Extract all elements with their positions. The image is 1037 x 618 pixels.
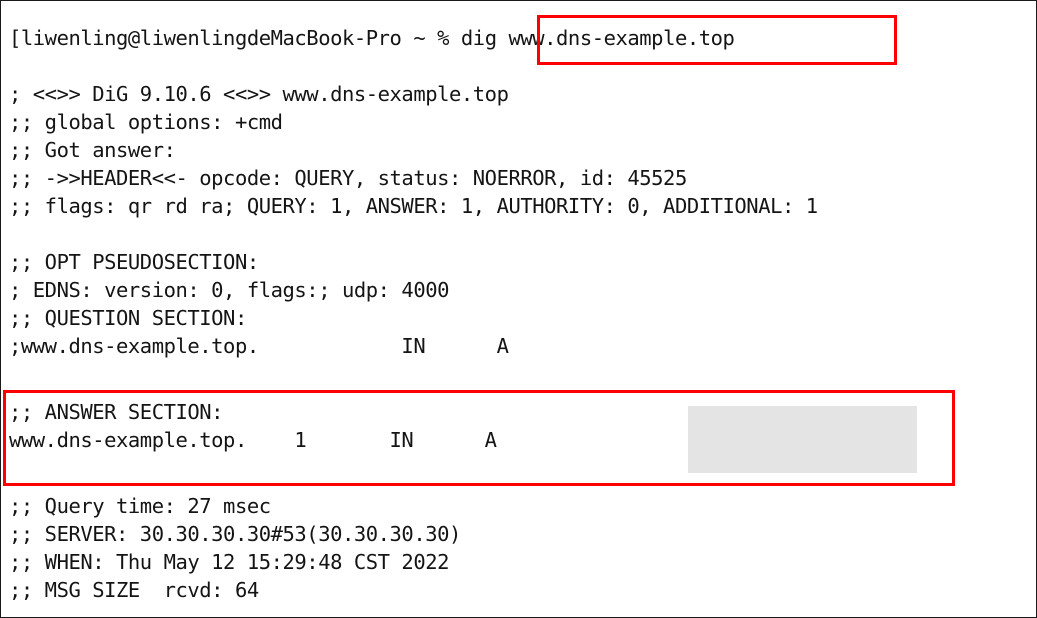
output-line-answer-record: www.dns-example.top. 1 IN A — [9, 428, 497, 452]
output-line-got-answer: ;; Got answer: — [9, 138, 176, 162]
output-line-dig-version: ; <<>> DiG 9.10.6 <<>> www.dns-example.t… — [9, 82, 509, 106]
output-line-answer-header: ;; ANSWER SECTION: — [9, 400, 224, 424]
prompt-line: [liwenling@liwenlingdeMacBook-Pro ~ % di… — [9, 26, 735, 50]
output-line-question-record: ;www.dns-example.top. IN A — [9, 334, 509, 358]
output-line-flags: ;; flags: qr rd ra; QUERY: 1, ANSWER: 1,… — [9, 194, 818, 218]
output-line-opt-pseudosection: ;; OPT PSEUDOSECTION: — [9, 250, 259, 274]
output-line-server: ;; SERVER: 30.30.30.30#53(30.30.30.30) — [9, 522, 461, 546]
terminal-output[interactable]: [liwenling@liwenlingdeMacBook-Pro ~ % di… — [1, 1, 1036, 617]
typed-command[interactable]: dig www.dns-example.top — [461, 26, 735, 50]
output-line-when: ;; WHEN: Thu May 12 15:29:48 CST 2022 — [9, 550, 450, 574]
output-line-edns: ; EDNS: version: 0, flags:; udp: 4000 — [9, 278, 450, 302]
output-line-blank-2 — [9, 363, 21, 385]
output-line-global-options: ;; global options: +cmd — [9, 110, 283, 134]
output-line-msg-size: ;; MSG SIZE rcvd: 64 — [9, 578, 259, 602]
output-line-blank-3 — [9, 457, 21, 479]
terminal-window: [liwenling@liwenlingdeMacBook-Pro ~ % di… — [0, 0, 1037, 618]
output-line-query-time: ;; Query time: 27 msec — [9, 494, 271, 518]
shell-prompt: [liwenling@liwenlingdeMacBook-Pro ~ % — [9, 26, 461, 50]
output-line-header: ;; ->>HEADER<<- opcode: QUERY, status: N… — [9, 166, 687, 190]
output-line-question-header: ;; QUESTION SECTION: — [9, 306, 247, 330]
redacted-ip-address — [688, 406, 917, 473]
output-line-blank-1 — [9, 223, 21, 245]
